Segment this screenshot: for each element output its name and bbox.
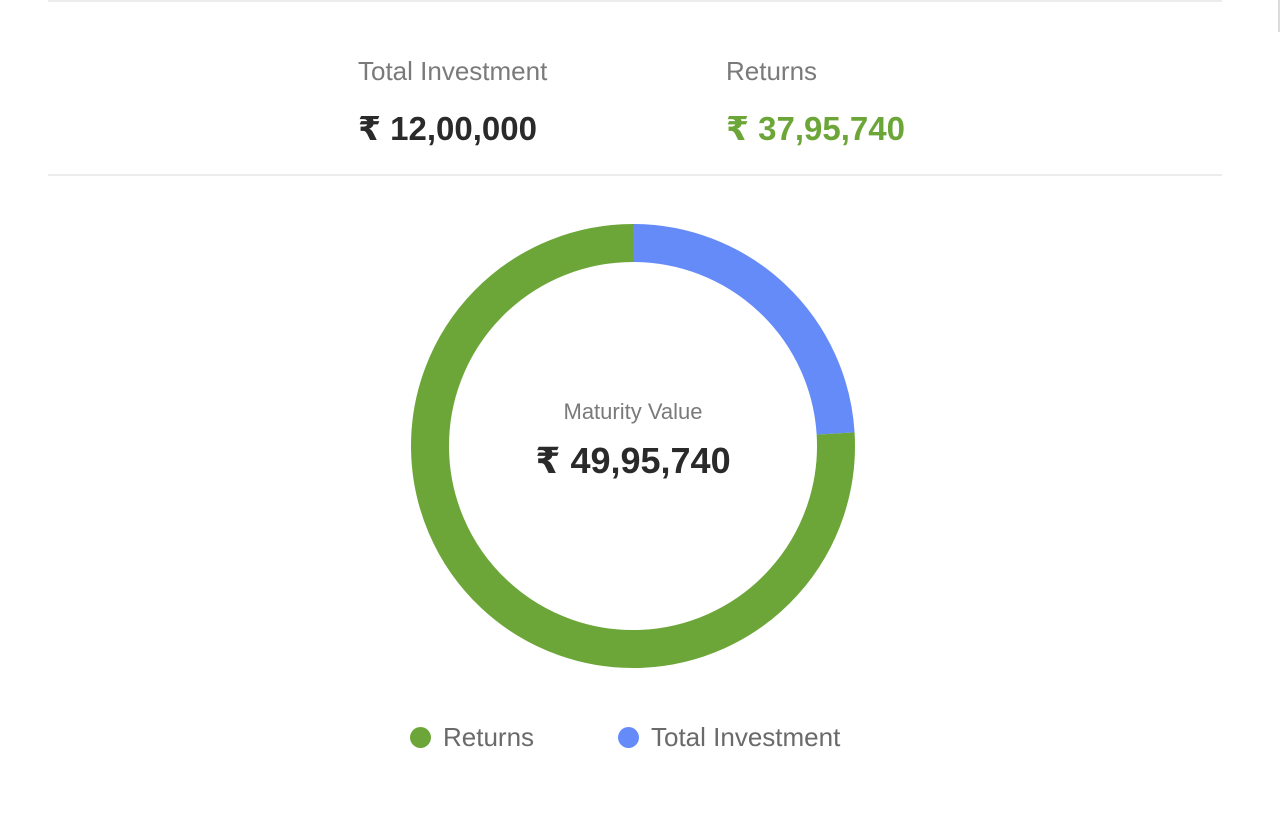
total-investment-label: Total Investment [358, 56, 548, 86]
returns-swatch-icon [410, 726, 431, 748]
legend-returns-label: Returns [443, 721, 535, 752]
total-investment-stat: Total Investment ₹ 12,00,000 [358, 54, 547, 149]
maturity-value-amount: ₹ 49,95,740 [535, 440, 731, 481]
investment-swatch-icon [618, 726, 639, 748]
legend-item-total-investment[interactable]: Total Investment [618, 718, 840, 756]
total-investment-value: ₹ 12,00,000 [358, 110, 537, 147]
summary-divider [48, 174, 1222, 176]
returns-value: ₹ 37,95,740 [726, 110, 905, 147]
returns-stat: Returns ₹ 37,95,740 [726, 54, 905, 149]
legend-total-investment-label: Total Investment [651, 721, 841, 752]
donut-chart: Maturity Value ₹ 49,95,740 [408, 221, 858, 671]
legend-item-returns[interactable]: Returns [410, 718, 534, 756]
sip-result-panel: Total Investment ₹ 12,00,000 Returns ₹ 3… [0, 0, 1280, 826]
returns-label: Returns [726, 56, 818, 86]
maturity-value-label: Maturity Value [563, 399, 703, 424]
chart-legend: Returns Total Investment [0, 718, 1280, 758]
summary-row: Total Investment ₹ 12,00,000 Returns ₹ 3… [0, 0, 1280, 176]
